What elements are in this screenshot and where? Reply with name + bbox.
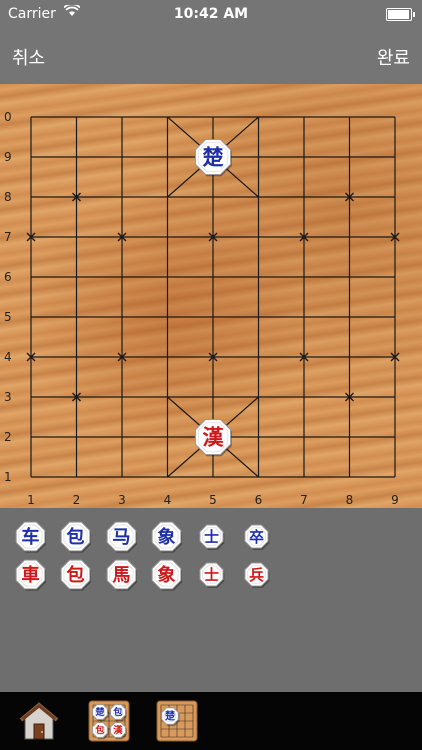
file-label: 2 xyxy=(73,493,81,507)
battery-icon xyxy=(386,8,415,21)
file-label: 4 xyxy=(164,493,172,507)
red-reserve-piece[interactable]: 車 xyxy=(14,558,47,591)
blue-reserve-piece[interactable]: 马 xyxy=(105,520,138,553)
red-reserve-glyph-piece[interactable]: 士 xyxy=(198,561,224,588)
red-reserve-piece[interactable]: 包 xyxy=(59,558,92,591)
status-time: 10:42 AM xyxy=(173,6,249,22)
piece-glyph: 包 xyxy=(66,564,84,586)
nav-bar: 취소 완료 xyxy=(0,28,422,84)
rank-label: 6 xyxy=(4,270,12,284)
rank-label: 7 xyxy=(4,230,12,244)
piece-glyph: 士 xyxy=(204,527,219,545)
red-reserve-glyph-piece[interactable]: 象 xyxy=(151,559,182,591)
tab-bar: 楚包包漢 楚 xyxy=(0,692,422,750)
piece-glyph: 車 xyxy=(21,564,39,586)
setup-single-tab[interactable]: 楚 xyxy=(156,700,198,742)
piece-glyph: 兵 xyxy=(249,565,264,583)
file-label: 7 xyxy=(300,493,308,507)
status-bar: Carrier 10:42 AM xyxy=(0,0,422,28)
blue-reserve-glyph-piece[interactable]: 包 xyxy=(60,521,91,553)
blue-reserve-glyph-piece[interactable]: 车 xyxy=(15,521,46,553)
piece-glyph: 包 xyxy=(66,526,84,548)
file-label: 9 xyxy=(391,493,399,507)
rank-label: 5 xyxy=(4,310,12,324)
blue-reserve-piece[interactable]: 士 xyxy=(198,523,225,550)
rank-label: 3 xyxy=(4,390,12,404)
piece-glyph: 象 xyxy=(157,526,175,548)
red-reserve-glyph-piece[interactable]: 兵 xyxy=(243,561,269,588)
rank-label: 2 xyxy=(4,430,12,444)
file-label: 5 xyxy=(209,493,217,507)
piece-glyph: 车 xyxy=(21,526,39,548)
board-single-icon: 楚 xyxy=(156,700,198,742)
blue-reserve-glyph-piece[interactable]: 士 xyxy=(198,523,224,550)
blue-reserve-piece[interactable]: 车 xyxy=(14,520,47,553)
red-reserve-glyph-piece[interactable]: 車 xyxy=(15,559,46,591)
piece-glyph: 卒 xyxy=(249,527,264,545)
blue-reserve-piece[interactable]: 包 xyxy=(59,520,92,553)
blue-reserve-glyph-piece[interactable]: 卒 xyxy=(243,523,269,550)
rank-label: 0 xyxy=(4,110,12,124)
piece-glyph: 漢 xyxy=(113,724,123,736)
piece-glyph: 楚 xyxy=(94,706,105,718)
piece-glyph: 楚 xyxy=(203,145,224,170)
piece-glyph: 象 xyxy=(157,564,175,586)
board-setup-icon: 楚包包漢 xyxy=(88,700,130,742)
rank-label: 8 xyxy=(4,190,12,204)
piece-glyph: 士 xyxy=(204,565,219,583)
blue-reserve-glyph-piece[interactable]: 马 xyxy=(106,521,137,553)
red-reserve-piece[interactable]: 士 xyxy=(198,561,225,588)
setup-both-tab[interactable]: 楚包包漢 xyxy=(88,700,130,742)
piece-glyph: 馬 xyxy=(112,565,130,586)
rank-label: 4 xyxy=(4,350,12,364)
blue-reserve-glyph-piece[interactable]: 象 xyxy=(151,521,182,553)
file-label: 8 xyxy=(346,493,354,507)
red-general-piece[interactable]: 漢 xyxy=(194,418,232,457)
piece-glyph: 包 xyxy=(94,724,104,736)
board-grid[interactable]: 0 9 8 7 6 5 4 3 2 1 1 2 3 4 5 6 7 8 9 楚漢 xyxy=(0,84,422,508)
red-reserve-glyph-piece[interactable]: 包 xyxy=(60,559,91,591)
red-reserve-piece[interactable]: 兵 xyxy=(243,561,270,588)
file-label: 1 xyxy=(27,493,35,507)
battery-fill xyxy=(388,10,409,19)
done-button[interactable]: 완료 xyxy=(377,44,410,70)
piece-glyph: 楚 xyxy=(164,710,175,723)
piece-glyph: 漢 xyxy=(203,425,225,450)
janggi-board[interactable]: 0 9 8 7 6 5 4 3 2 1 1 2 3 4 5 6 7 8 9 楚漢 xyxy=(0,84,422,508)
piece-glyph: 包 xyxy=(112,706,122,718)
file-label: 3 xyxy=(118,493,126,507)
file-label: 6 xyxy=(255,493,263,507)
rank-label: 9 xyxy=(4,150,12,164)
rank-label: 1 xyxy=(4,470,12,484)
blue-reserve-piece[interactable]: 卒 xyxy=(243,523,270,550)
cancel-button[interactable]: 취소 xyxy=(12,44,45,70)
piece-reserve-panel: 车包马象士卒車包馬象士兵 xyxy=(0,508,422,692)
blue-reserve-piece[interactable]: 象 xyxy=(150,520,183,553)
home-tab[interactable] xyxy=(18,700,60,742)
red-reserve-glyph-piece[interactable]: 馬 xyxy=(106,559,137,591)
home-icon xyxy=(19,702,59,740)
red-reserve-piece[interactable]: 馬 xyxy=(105,558,138,591)
red-reserve-piece[interactable]: 象 xyxy=(150,558,183,591)
blue-general-piece[interactable]: 楚 xyxy=(194,138,232,177)
piece-glyph: 马 xyxy=(112,527,130,548)
